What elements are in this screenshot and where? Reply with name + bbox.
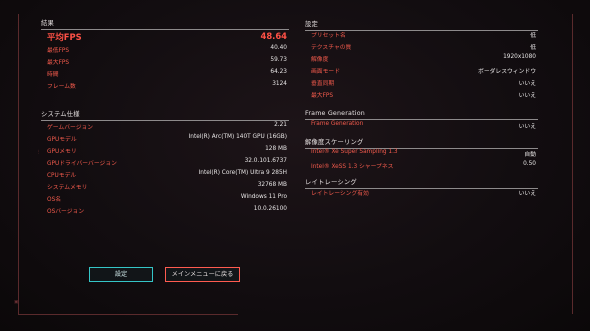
frame-generation-row: Frame Generation いいえ [305, 119, 538, 131]
result-row: 最低FPS 40.40 [41, 43, 289, 55]
upscaling-label: Intel® Xe Super Sampling 1.3 [311, 149, 398, 155]
system-label: GPUメモリ [47, 149, 77, 155]
frame-generation-label: Frame Generation [311, 121, 364, 127]
results-heading: 結果 [41, 20, 54, 27]
settings-row: 最大FPS いいえ [305, 88, 538, 100]
settings-row: プリセット名 低 [305, 28, 538, 40]
result-label: 時間 [47, 72, 59, 78]
system-label: GPUモデル [47, 137, 77, 143]
raytracing-row: レイトレーシング有効 いいえ [305, 186, 538, 198]
avg-fps-row: 平均FPS 48.64 [41, 31, 289, 43]
system-value: 32.0.101.6737 [244, 158, 287, 164]
settings-panel: 設定 プリセット名低 テクスチャの質低 解像度 1920x1080 画面モード ボー… [305, 19, 538, 103]
settings-value: 低 [530, 45, 536, 51]
system-heading: システム仕様 [41, 111, 80, 118]
upscaling-row: Intel® Xe Super Sampling 1.3 自動 [305, 147, 538, 159]
system-row: OS名 Windows 11 Pro [41, 192, 289, 204]
upscaling-heading: 解像度スケーリング [305, 139, 364, 146]
upscaling-value: 0.50 [523, 161, 536, 167]
settings-heading: 設定 [305, 21, 318, 28]
divider [41, 29, 289, 30]
result-value: 40.40 [270, 45, 287, 51]
system-value: 128 MB [265, 146, 287, 152]
settings-label: 解像度 [311, 57, 329, 63]
result-row: フレーム数 3124 [41, 79, 289, 91]
settings-label: 画面モード [311, 69, 340, 75]
result-row: 時間 64.23 [41, 67, 289, 79]
avg-fps-value: 48.64 [260, 31, 288, 41]
settings-value: 低 [530, 33, 536, 39]
settings-label: 垂直同期 [311, 81, 335, 87]
settings-label: 最大FPS [311, 93, 334, 99]
system-value: Windows 11 Pro [240, 194, 287, 200]
settings-value: ボーダレスウィンドウ [478, 69, 536, 75]
settings-value: いいえ [518, 81, 536, 87]
result-label: フレーム数 [47, 84, 76, 90]
system-row: システムメモリ 32768 MB [41, 180, 289, 192]
upscaling-row: Intel® XeSS 1.3 シャープネス 0.50 [305, 159, 538, 171]
raytracing-panel: レイトレーシング レイトレーシング有効 いいえ [305, 177, 538, 201]
settings-row: 画面モード ボーダレスウィンドウ [305, 64, 538, 76]
corner-glyph-icon: ▣ [14, 300, 19, 305]
raytracing-value: いいえ [518, 191, 536, 197]
system-label: システムメモリ [47, 185, 88, 191]
settings-row: テクスチャの質 低 [305, 40, 538, 52]
system-row: OSバージョン 10.0.26100 [41, 204, 289, 216]
system-value: 2.21 [274, 122, 287, 128]
main-menu-button[interactable]: メインメニューに戻る [165, 267, 240, 282]
system-row: CPUモデル Intel(R) Core(TM) Ultra 9 285H [41, 168, 289, 180]
settings-row: 解像度 1920x1080 [305, 52, 538, 64]
system-row: GPUドライバーバージョン 32.0.101.6737 [41, 156, 289, 168]
upscaling-panel: 解像度スケーリング Intel® Xe Super Sampling 1.3 自動… [305, 137, 538, 173]
result-row: 最大FPS 59.73 [41, 55, 289, 67]
settings-value: いいえ [518, 93, 536, 99]
frame-generation-value: いいえ [518, 124, 536, 130]
settings-label: プリセット名 [311, 33, 346, 39]
system-value: Intel(R) Arc(TM) 140T GPU (16GB) [188, 134, 287, 140]
raytracing-heading: レイトレーシング [305, 179, 357, 186]
system-label: OSバージョン [47, 209, 85, 215]
system-panel: システム仕様 ゲームバージョン 2.21 GPUモデル Intel(R) Arc(T… [41, 109, 289, 221]
system-label: GPUドライバーバージョン [47, 161, 117, 167]
settings-label: テクスチャの質 [311, 45, 352, 51]
results-panel: 結果 平均FPS 48.64 最低FPS 40.40 最大FPS 59.73 時間 6… [41, 18, 289, 104]
result-value: 64.23 [270, 69, 287, 75]
result-label: 最大FPS [47, 60, 70, 66]
system-row: GPUメモリ 128 MB [41, 144, 289, 156]
result-value: 59.73 [270, 57, 287, 63]
result-value: 3124 [272, 81, 287, 87]
upscaling-label: Intel® XeSS 1.3 シャープネス [311, 164, 394, 170]
frame-generation-panel: Frame Generation Frame Generation いいえ [305, 110, 538, 134]
settings-button[interactable]: 設定 [89, 267, 153, 282]
avg-fps-label: 平均FPS [47, 32, 82, 42]
system-row: GPUモデル Intel(R) Arc(TM) 140T GPU (16GB) [41, 132, 289, 144]
system-label: CPUモデル [47, 173, 77, 179]
settings-row: 垂直同期 いいえ [305, 76, 538, 88]
vertical-glyph-icon: ⋮ [36, 150, 41, 155]
frame-generation-heading: Frame Generation [305, 110, 365, 117]
upscaling-value: 自動 [524, 152, 536, 158]
system-label: ゲームバージョン [47, 125, 94, 131]
system-value: 32768 MB [257, 182, 287, 188]
system-row: ゲームバージョン 2.21 [41, 120, 289, 132]
raytracing-label: レイトレーシング有効 [311, 191, 369, 197]
result-label: 最低FPS [47, 48, 70, 54]
system-value: 10.0.26100 [253, 206, 287, 212]
settings-value: 1920x1080 [503, 54, 536, 60]
system-label: OS名 [47, 197, 62, 203]
system-value: Intel(R) Core(TM) Ultra 9 285H [198, 170, 287, 176]
